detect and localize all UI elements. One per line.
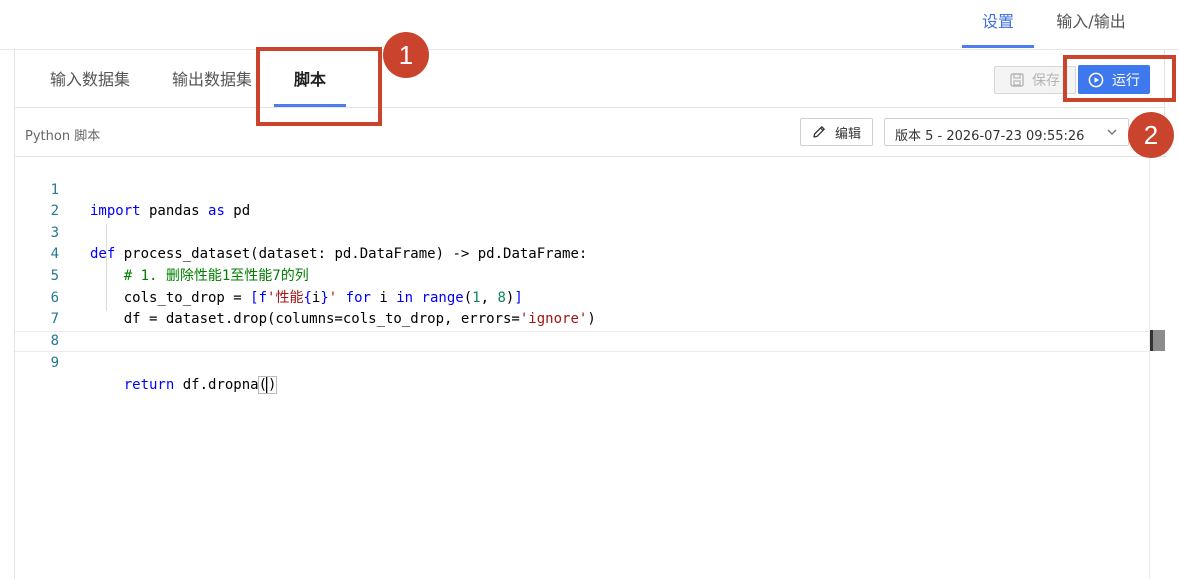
annotation-box-2 (1063, 55, 1176, 102)
scrollbar-cursor-marker (1150, 330, 1165, 351)
version-select[interactable]: 版本 5 - 2026-07-23 09:55:26 (884, 118, 1129, 146)
save-icon (1010, 73, 1024, 87)
code-line: 2 (15, 180, 1149, 219)
line-code: return df.dropna() (123, 375, 278, 394)
tab-input-output[interactable]: 输入/输出 (1046, 0, 1136, 48)
annotation-badge-1: 1 (383, 32, 429, 78)
main-panel: 输入数据集 输出数据集 脚本 保存 运行 Python 脚本 编辑 版本 5 -… (14, 50, 1166, 579)
sub-tab-output-datasets[interactable]: 输出数据集 (172, 66, 252, 90)
top-bar: 设置 输入/输出 (0, 0, 1179, 50)
code-line-current: 9 return df.dropna() (15, 330, 1149, 394)
pencil-icon (813, 126, 825, 138)
tab-settings[interactable]: 设置 (962, 0, 1034, 48)
script-language-label: Python 脚本 (25, 129, 101, 144)
sub-tab-input-datasets[interactable]: 输入数据集 (50, 66, 130, 90)
code-line: 3 def process_dataset(dataset: pd.DataFr… (15, 201, 1149, 263)
sub-tab-bar: 输入数据集 输出数据集 脚本 保存 运行 (15, 50, 1166, 108)
code-line: 7 (15, 288, 1149, 327)
annotation-box-1 (256, 47, 382, 126)
annotation-badge-2: 2 (1128, 112, 1174, 158)
scrollbar-track[interactable] (1149, 158, 1150, 579)
save-label: 保存 (1032, 73, 1060, 89)
code-line: 1 import pandas as pd (15, 158, 1149, 220)
code-line: 5 cols_to_drop = [f'性能{i}' for i in rang… (15, 244, 1149, 306)
version-value: 版本 5 - 2026-07-23 09:55:26 (895, 129, 1085, 144)
edit-label: 编辑 (834, 126, 861, 142)
script-header: Python 脚本 编辑 版本 5 - 2026-07-23 09:55:26 (15, 109, 1166, 157)
chevron-down-icon (1107, 129, 1117, 135)
edit-button[interactable]: 编辑 (800, 118, 873, 146)
code-line: 4 # 1. 删除性能1至性能7的列 (15, 223, 1149, 284)
line-number: 9 (50, 355, 59, 372)
code-line: 6 df = dataset.drop(columns=cols_to_drop… (15, 266, 1149, 328)
code-editor[interactable]: 1 import pandas as pd 2 3 def process_da… (15, 158, 1166, 579)
code-line: 8 (15, 309, 1149, 349)
